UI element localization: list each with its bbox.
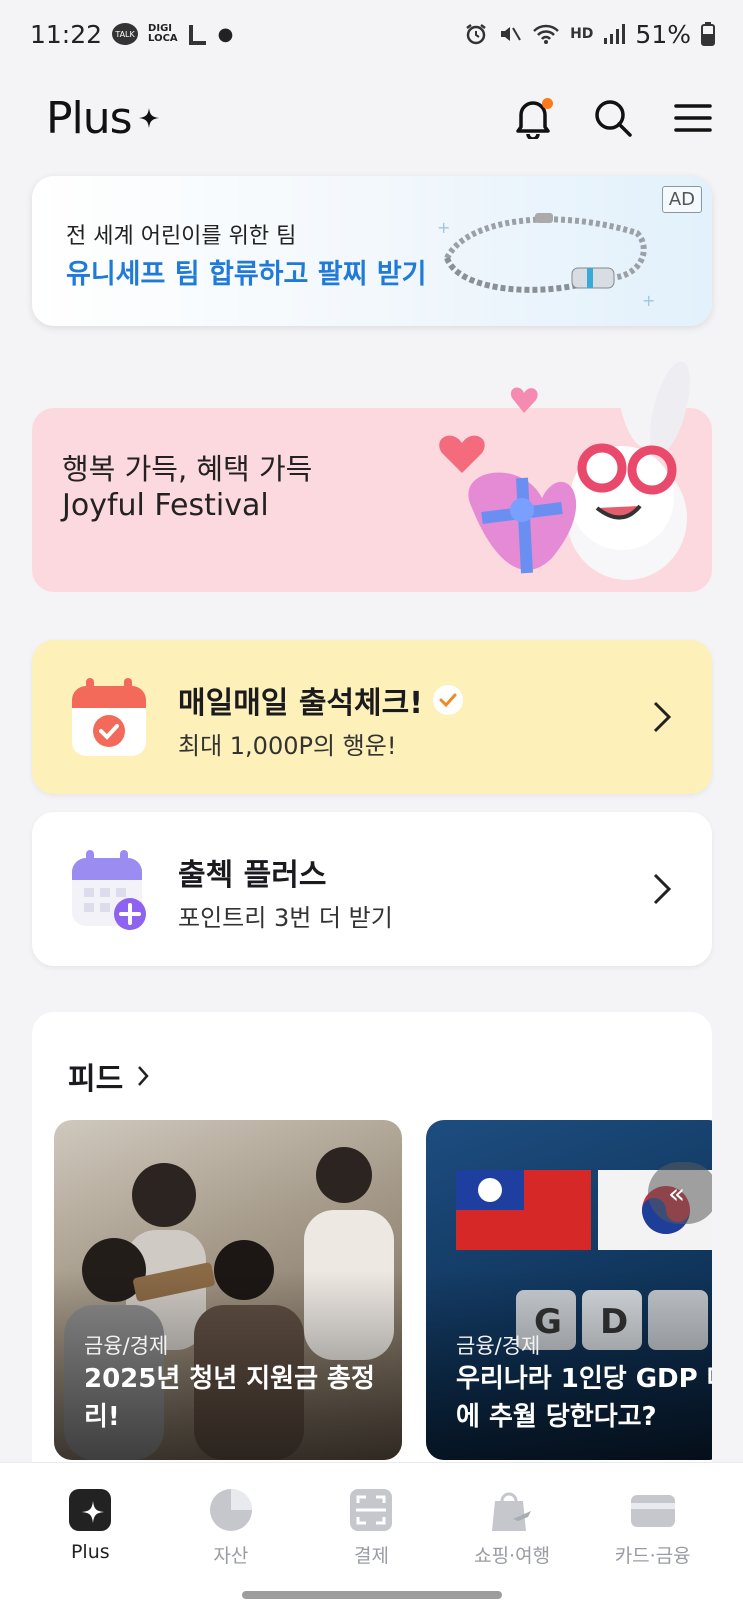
digi-bottom-text: LOCA xyxy=(148,33,178,44)
checkmark-icon xyxy=(432,685,463,715)
bunny-character-image xyxy=(439,358,690,580)
attendance-plus-title: 출첵 플러스 xyxy=(178,858,327,893)
status-time: 11:22 xyxy=(30,19,103,49)
battery-percent: 51% xyxy=(635,19,691,49)
feed-item-category: 금융/경제 xyxy=(84,1334,169,1358)
hamburger-menu-icon xyxy=(674,104,712,132)
feed-header-link[interactable]: 피드 xyxy=(68,1054,149,1098)
attendance-plus-subtitle: 포인트리 3번 더 받기 xyxy=(178,904,393,932)
plus-logo: Plus xyxy=(46,93,160,144)
status-bar: 11:22 TALK DIGI LOCA ● HD 51% xyxy=(0,0,743,68)
attendance-subtitle: 최대 1,000P의 행운! xyxy=(178,732,397,760)
plus-sparkle-icon xyxy=(69,1489,112,1531)
feed-item-headline: 2025년 청년 지원금 총정리! xyxy=(84,1364,375,1432)
shopping-bag-icon xyxy=(492,1492,532,1531)
signal-icon xyxy=(604,24,626,44)
chevron-right-icon xyxy=(653,873,672,905)
status-left: 11:22 TALK DIGI LOCA ● xyxy=(30,20,233,49)
bottom-navigation: Plus 자산 결제 쇼핑·여행 카드·금융 xyxy=(0,1462,743,1610)
svg-text:+: + xyxy=(642,291,655,308)
attendance-title-text: 매일매일 출석체크! xyxy=(178,686,423,721)
unicef-ad-banner[interactable]: 전 세계 어린이를 위한 팀 유니세프 팀 합류하고 팔찌 받기 + + AD xyxy=(32,176,712,326)
festival-title: Joyful Festival xyxy=(62,488,269,523)
calendar-plus-icon xyxy=(72,850,146,930)
search-icon xyxy=(595,100,632,137)
logo-text: Plus xyxy=(46,92,133,144)
nav-label-shopping-travel: 쇼핑·여행 xyxy=(474,1545,551,1567)
feed-item-category: 금융/경제 xyxy=(456,1334,541,1358)
nav-label-assets: 자산 xyxy=(213,1545,249,1567)
daily-attendance-card[interactable]: 매일매일 출석체크! 최대 1,000P의 행운! xyxy=(32,640,712,794)
collapse-scroll-button[interactable]: « xyxy=(648,1162,712,1224)
l-app-icon xyxy=(188,25,206,45)
attendance-title: 매일매일 출석체크! xyxy=(178,678,463,722)
sparkle-icon xyxy=(138,108,159,128)
header-actions xyxy=(511,96,715,140)
chevron-right-icon xyxy=(138,1066,149,1086)
alarm-icon xyxy=(466,24,486,45)
nav-label-plus: Plus xyxy=(70,1541,110,1563)
ad-subtitle: 전 세계 어린이를 위한 팀 xyxy=(66,224,297,249)
nav-tab-plus[interactable]: Plus xyxy=(30,1487,150,1610)
chevron-right-icon xyxy=(653,701,672,733)
pie-chart-icon xyxy=(209,1489,252,1531)
svg-text:+: + xyxy=(437,218,450,237)
feed-item-headline: 우리나라 1인당 GDP 대만에 추월 당한다고? xyxy=(456,1364,712,1432)
feed-item-youth-support[interactable]: 금융/경제 2025년 청년 지원금 총정리! xyxy=(54,1120,402,1460)
double-chevron-left-icon: « xyxy=(668,1176,686,1210)
bracelet-image: + + xyxy=(437,213,655,308)
scan-icon xyxy=(350,1489,393,1531)
battery-icon xyxy=(701,22,715,46)
attendance-plus-card[interactable]: 출첵 플러스 포인트리 3번 더 받기 xyxy=(32,812,712,966)
nav-label-payment: 결제 xyxy=(354,1545,389,1567)
wifi-icon xyxy=(533,24,559,44)
festival-subtitle: 행복 가득, 혜택 가득 xyxy=(62,452,313,486)
search-button[interactable] xyxy=(591,96,635,140)
notification-button[interactable] xyxy=(511,96,555,140)
nav-tab-card-finance[interactable]: 카드·금융 xyxy=(593,1487,713,1610)
ad-title: 유니세프 팀 합류하고 팔찌 받기 xyxy=(66,259,427,290)
notification-dot xyxy=(542,98,553,109)
home-indicator[interactable] xyxy=(242,1591,502,1599)
feed-section: 피드 금융/경제 2025년 청년 지원금 총정리! 금융/경제 우리나라 1인… xyxy=(32,1012,712,1492)
joyful-festival-banner[interactable]: 행복 가득, 혜택 가득 Joyful Festival xyxy=(32,358,712,592)
app-header: Plus xyxy=(0,68,743,168)
calendar-check-icon xyxy=(72,678,146,756)
feed-title: 피드 xyxy=(68,1062,124,1097)
more-notifications-dot-icon: ● xyxy=(217,23,234,45)
kakaotalk-icon: TALK xyxy=(112,23,139,45)
ad-badge: AD xyxy=(661,186,702,213)
menu-button[interactable] xyxy=(671,96,715,140)
digiloca-icon: DIGI LOCA xyxy=(148,24,178,44)
status-right: HD 51% xyxy=(464,20,715,49)
hd-voice-icon: HD xyxy=(570,26,594,42)
nav-label-card-finance: 카드·금융 xyxy=(614,1545,691,1567)
mute-icon xyxy=(501,27,521,41)
card-icon xyxy=(630,1495,675,1527)
